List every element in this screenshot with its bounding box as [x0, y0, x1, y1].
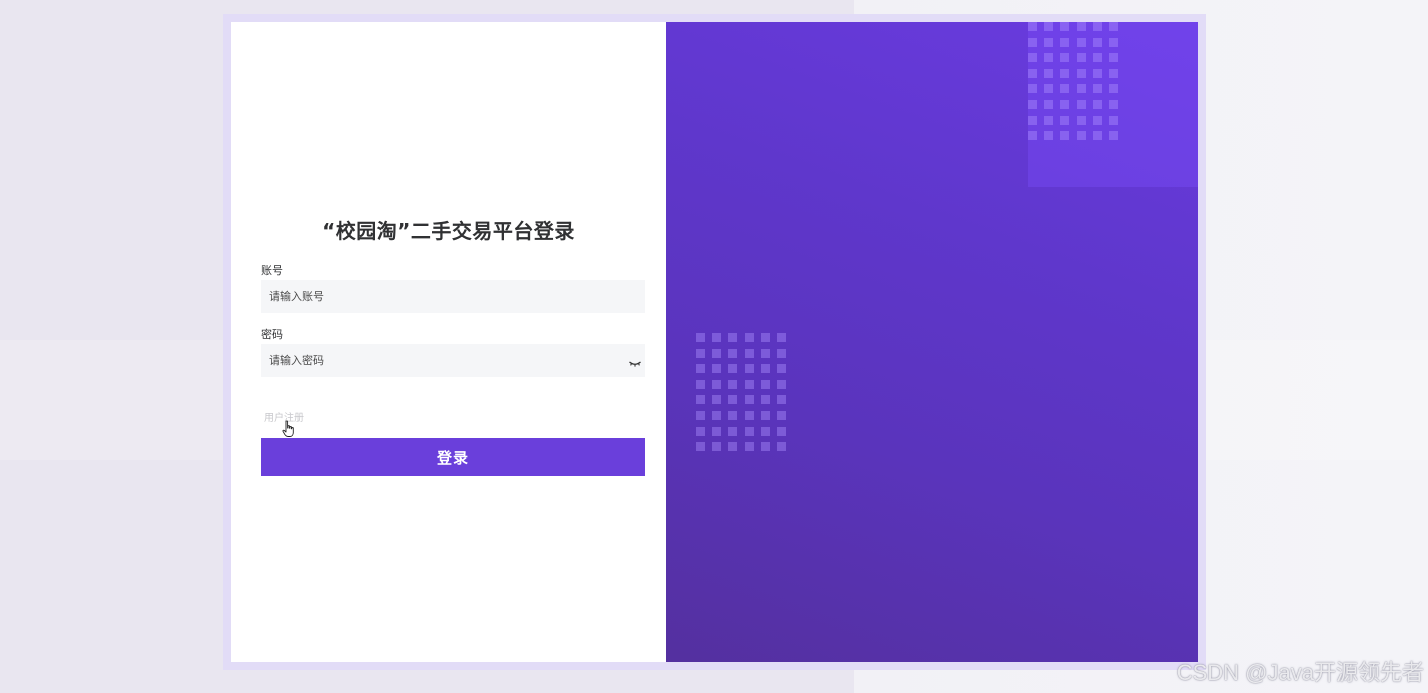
dot-grid-top: [1028, 22, 1118, 141]
account-input[interactable]: [261, 280, 645, 313]
login-form-panel: “校园淘”二手交易平台登录 账号 密码 用户注册 登录: [231, 22, 666, 662]
login-button[interactable]: 登录: [261, 438, 645, 476]
password-input[interactable]: [261, 344, 645, 377]
hand-cursor-icon: [282, 420, 296, 438]
login-card: “校园淘”二手交易平台登录 账号 密码 用户注册 登录: [223, 14, 1206, 670]
account-label: 账号: [261, 264, 283, 277]
eye-closed-icon[interactable]: [628, 354, 642, 367]
password-label: 密码: [261, 328, 283, 341]
decorative-panel: [666, 22, 1198, 662]
dot-grid-middle: [696, 333, 786, 452]
watermark: CSDN @Java开源领先者: [1176, 660, 1424, 685]
page-title: “校园淘”二手交易平台登录: [322, 219, 575, 243]
